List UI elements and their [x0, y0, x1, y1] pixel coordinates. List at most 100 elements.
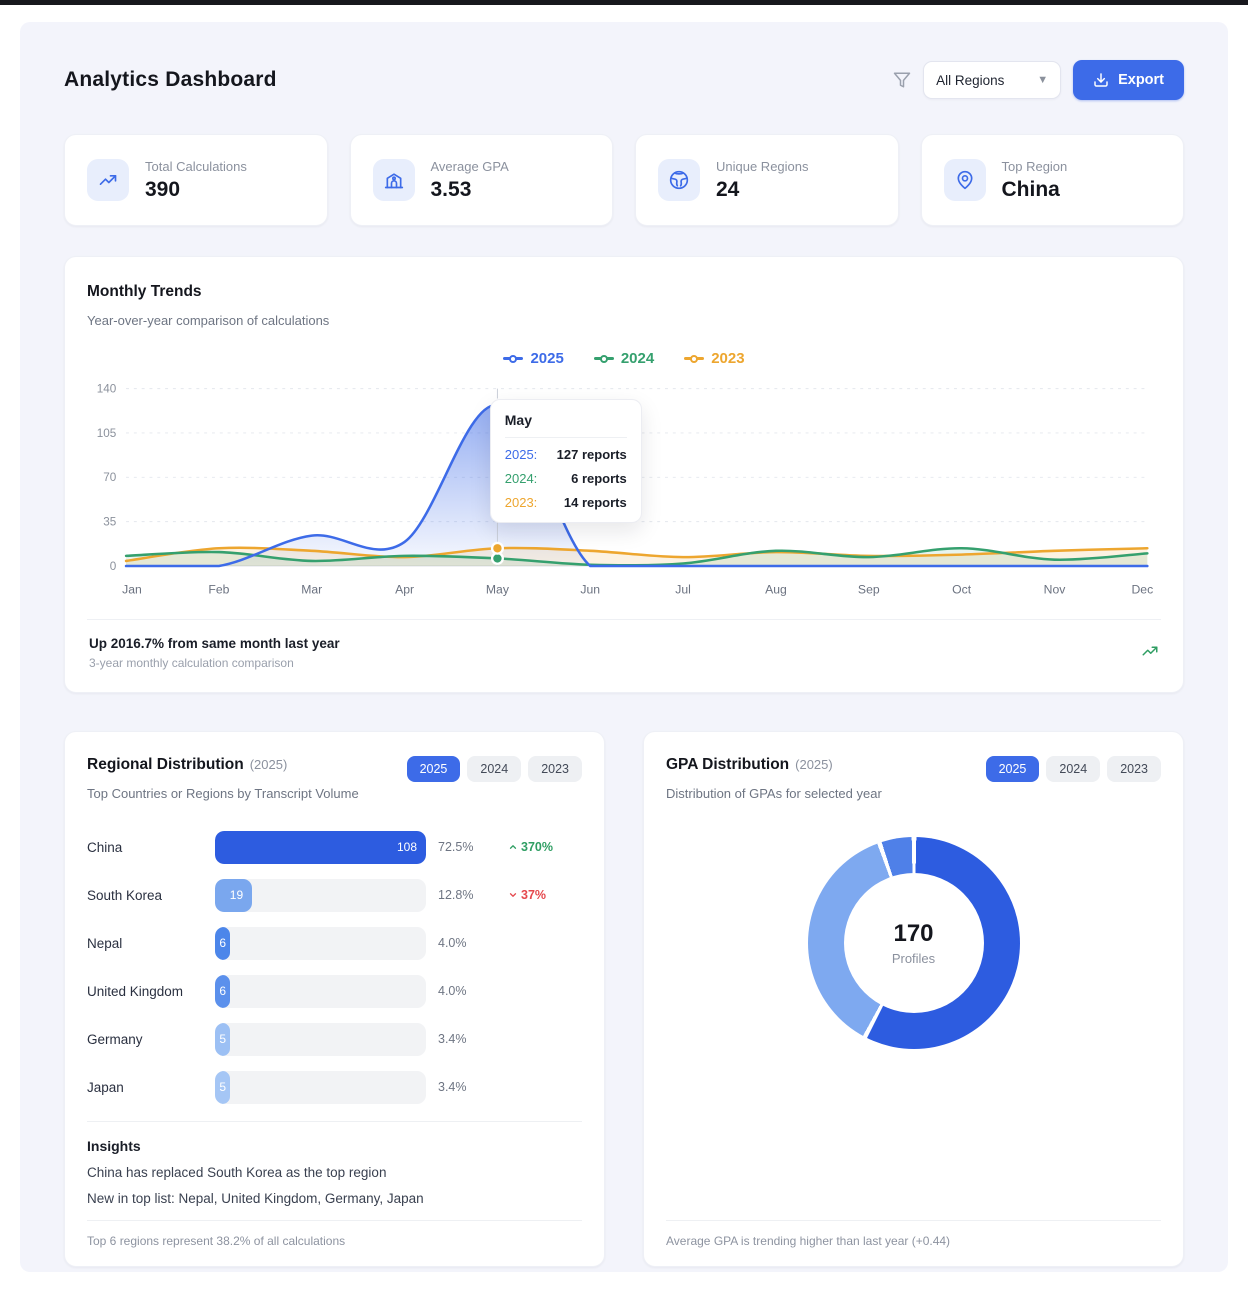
- regional-rows: China 108 72.5% 370% South Korea 19 12.8…: [87, 823, 582, 1111]
- svg-text:0: 0: [110, 560, 117, 573]
- tab-gpa-2024[interactable]: 2024: [1046, 756, 1100, 782]
- header: Analytics Dashboard All Regions ▼ Export: [64, 60, 1184, 100]
- stat-card-top-region: Top Region China: [921, 134, 1185, 226]
- chevron-down-icon: ▼: [1037, 74, 1048, 86]
- chart-legend: 2025 2024 2023: [87, 350, 1161, 367]
- svg-text:Jan: Jan: [122, 582, 142, 596]
- regional-distribution-card: Regional Distribution(2025) Top Countrie…: [64, 731, 605, 1267]
- regional-subtitle: Top Countries or Regions by Transcript V…: [87, 786, 359, 801]
- table-row[interactable]: Nepal 6 4.0%: [87, 919, 582, 967]
- stat-card-average-gpa: Average GPA 3.53: [350, 134, 614, 226]
- table-row[interactable]: South Korea 19 12.8% 37%: [87, 871, 582, 919]
- legend-marker-icon: [594, 354, 614, 364]
- svg-text:May: May: [486, 582, 510, 596]
- bar: 5: [215, 1023, 230, 1056]
- chevron-up-icon: [508, 842, 518, 852]
- insight-line: China has replaced South Korea as the to…: [87, 1165, 582, 1180]
- tab-regional-2023[interactable]: 2023: [528, 756, 582, 782]
- tab-gpa-2023[interactable]: 2023: [1107, 756, 1161, 782]
- delta-badge: 37%: [508, 888, 582, 902]
- trends-footer: Up 2016.7% from same month last year 3-y…: [87, 619, 1161, 672]
- stat-card-unique-regions: Unique Regions 24: [635, 134, 899, 226]
- bar: 108: [215, 831, 426, 864]
- stat-value: 24: [716, 178, 809, 202]
- gpa-subtitle: Distribution of GPAs for selected year: [666, 786, 882, 801]
- donut-center-label: Profiles: [892, 951, 935, 966]
- bar: 6: [215, 927, 230, 960]
- bar-track: 19: [215, 879, 426, 912]
- trends-title: Monthly Trends: [87, 283, 1161, 301]
- svg-text:140: 140: [97, 383, 117, 396]
- svg-text:Jul: Jul: [675, 582, 691, 596]
- stat-label: Unique Regions: [716, 159, 809, 174]
- regional-title: Regional Distribution(2025): [87, 756, 359, 774]
- stat-value: 3.53: [431, 178, 509, 202]
- regional-year-note: (2025): [250, 757, 288, 772]
- svg-text:70: 70: [103, 471, 117, 484]
- bar-track: 108: [215, 831, 426, 864]
- tab-gpa-2025[interactable]: 2025: [986, 756, 1040, 782]
- top-edge: [0, 0, 1248, 5]
- bar-track: 6: [215, 975, 426, 1008]
- bar: 5: [215, 1071, 230, 1104]
- stat-label: Total Calculations: [145, 159, 247, 174]
- bar-track: 6: [215, 927, 426, 960]
- insights-title: Insights: [87, 1138, 582, 1154]
- table-row[interactable]: Japan 5 3.4%: [87, 1063, 582, 1111]
- dashboard-panel: Analytics Dashboard All Regions ▼ Export: [20, 22, 1228, 1272]
- legend-marker-icon: [503, 354, 523, 364]
- svg-text:Sep: Sep: [858, 582, 880, 596]
- trends-chart[interactable]: 03570105140JanFebMarAprMayJunJulAugSepOc…: [87, 373, 1161, 605]
- map-pin-icon: [944, 159, 986, 201]
- school-icon: [373, 159, 415, 201]
- stat-card-total-calculations: Total Calculations 390: [64, 134, 328, 226]
- stat-label: Top Region: [1002, 159, 1068, 174]
- gpa-distribution-card: GPA Distribution(2025) Distribution of G…: [643, 731, 1184, 1267]
- download-icon: [1093, 72, 1109, 88]
- regional-year-tabs: 2025 2024 2023: [407, 756, 582, 782]
- bar-track: 5: [215, 1023, 426, 1056]
- trends-footer-strong: Up 2016.7% from same month last year: [89, 636, 340, 651]
- svg-text:Jun: Jun: [580, 582, 600, 596]
- trend-up-icon: [87, 159, 129, 201]
- chart-tooltip: May 2025:127 reports 2024:6 reports 2023…: [490, 399, 642, 523]
- table-row[interactable]: Germany 5 3.4%: [87, 1015, 582, 1063]
- svg-text:Apr: Apr: [395, 582, 414, 596]
- regional-footer: Top 6 regions represent 38.2% of all cal…: [87, 1220, 582, 1248]
- chevron-down-icon: [508, 890, 518, 900]
- insights-section: Insights China has replaced South Korea …: [87, 1121, 582, 1206]
- trends-footer-sub: 3-year monthly calculation comparison: [89, 656, 340, 670]
- trends-subtitle: Year-over-year comparison of calculation…: [87, 313, 1161, 328]
- gpa-year-tabs: 2025 2024 2023: [986, 756, 1161, 782]
- page-title: Analytics Dashboard: [64, 68, 277, 92]
- svg-text:35: 35: [103, 516, 117, 529]
- monthly-trends-card: Monthly Trends Year-over-year comparison…: [64, 256, 1184, 693]
- gpa-footer: Average GPA is trending higher than last…: [666, 1220, 1161, 1248]
- tab-regional-2024[interactable]: 2024: [467, 756, 521, 782]
- svg-text:Nov: Nov: [1044, 582, 1067, 596]
- bar-track: 5: [215, 1071, 426, 1104]
- bar: 19: [215, 879, 252, 912]
- gpa-year-note: (2025): [795, 757, 833, 772]
- globe-icon: [658, 159, 700, 201]
- gpa-title: GPA Distribution(2025): [666, 756, 882, 774]
- svg-text:Aug: Aug: [765, 582, 787, 596]
- svg-text:Mar: Mar: [301, 582, 322, 596]
- bar: 6: [215, 975, 230, 1008]
- legend-item-2024[interactable]: 2024: [594, 350, 654, 367]
- funnel-icon[interactable]: [893, 71, 911, 89]
- svg-text:Feb: Feb: [208, 582, 229, 596]
- delta-badge: 370%: [508, 840, 582, 854]
- tab-regional-2025[interactable]: 2025: [407, 756, 461, 782]
- region-filter-value: All Regions: [936, 73, 1004, 88]
- stat-label: Average GPA: [431, 159, 509, 174]
- table-row[interactable]: China 108 72.5% 370%: [87, 823, 582, 871]
- region-filter-select[interactable]: All Regions ▼: [923, 61, 1061, 99]
- svg-text:105: 105: [97, 427, 117, 440]
- export-button[interactable]: Export: [1073, 60, 1184, 100]
- legend-item-2025[interactable]: 2025: [503, 350, 563, 367]
- legend-item-2023[interactable]: 2023: [684, 350, 744, 367]
- table-row[interactable]: United Kingdom 6 4.0%: [87, 967, 582, 1015]
- donut-center-value: 170: [893, 920, 933, 948]
- gpa-donut-chart[interactable]: 170 Profiles: [808, 837, 1020, 1049]
